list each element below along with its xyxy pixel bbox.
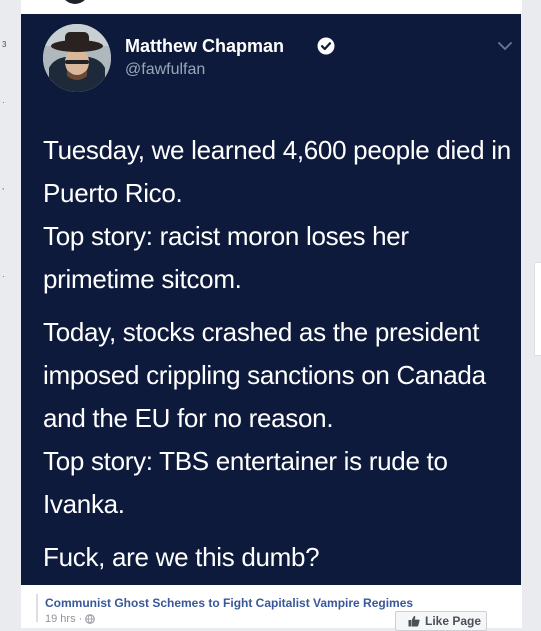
previous-post-edge	[21, 0, 522, 14]
tweet-paragraph: Tuesday, we learned 4,600 people died in…	[43, 135, 511, 294]
post-attribution: Communist Ghost Schemes to Fight Capital…	[21, 585, 522, 631]
timestamp-row: 19 hrs ·	[45, 613, 96, 625]
tweet-paragraph: Today, stocks crashed as the president i…	[43, 317, 486, 519]
right-sidebar-edge	[522, 0, 541, 628]
globe-icon	[85, 614, 96, 624]
post-time[interactable]: 19 hrs	[45, 613, 76, 625]
tweet-paragraph: Fuck, are we this dumb?	[43, 542, 320, 572]
right-panel-edge	[534, 262, 541, 356]
thumbs-up-icon	[408, 615, 420, 627]
avatar	[43, 24, 111, 92]
tweet-screenshot[interactable]: Matthew Chapman @fawfulfan Tuesday, we l…	[21, 14, 521, 585]
user-handle[interactable]: @fawfulfan	[125, 61, 205, 79]
tweet-text: Tuesday, we learned 4,600 people died in…	[43, 129, 513, 589]
attribution-bar	[36, 594, 38, 622]
like-page-label: Like Page	[425, 614, 482, 628]
user-name[interactable]: Matthew Chapman	[125, 36, 284, 57]
separator: ·	[78, 613, 83, 625]
verified-icon	[317, 37, 335, 55]
like-page-button[interactable]: Like Page	[395, 611, 487, 631]
chevron-down-icon[interactable]	[497, 40, 513, 52]
previous-post-graphic	[61, 0, 89, 4]
page-name-link[interactable]: Communist Ghost Schemes to Fight Capital…	[45, 596, 413, 610]
left-sidebar-edge: 3 · , ·	[0, 0, 21, 628]
